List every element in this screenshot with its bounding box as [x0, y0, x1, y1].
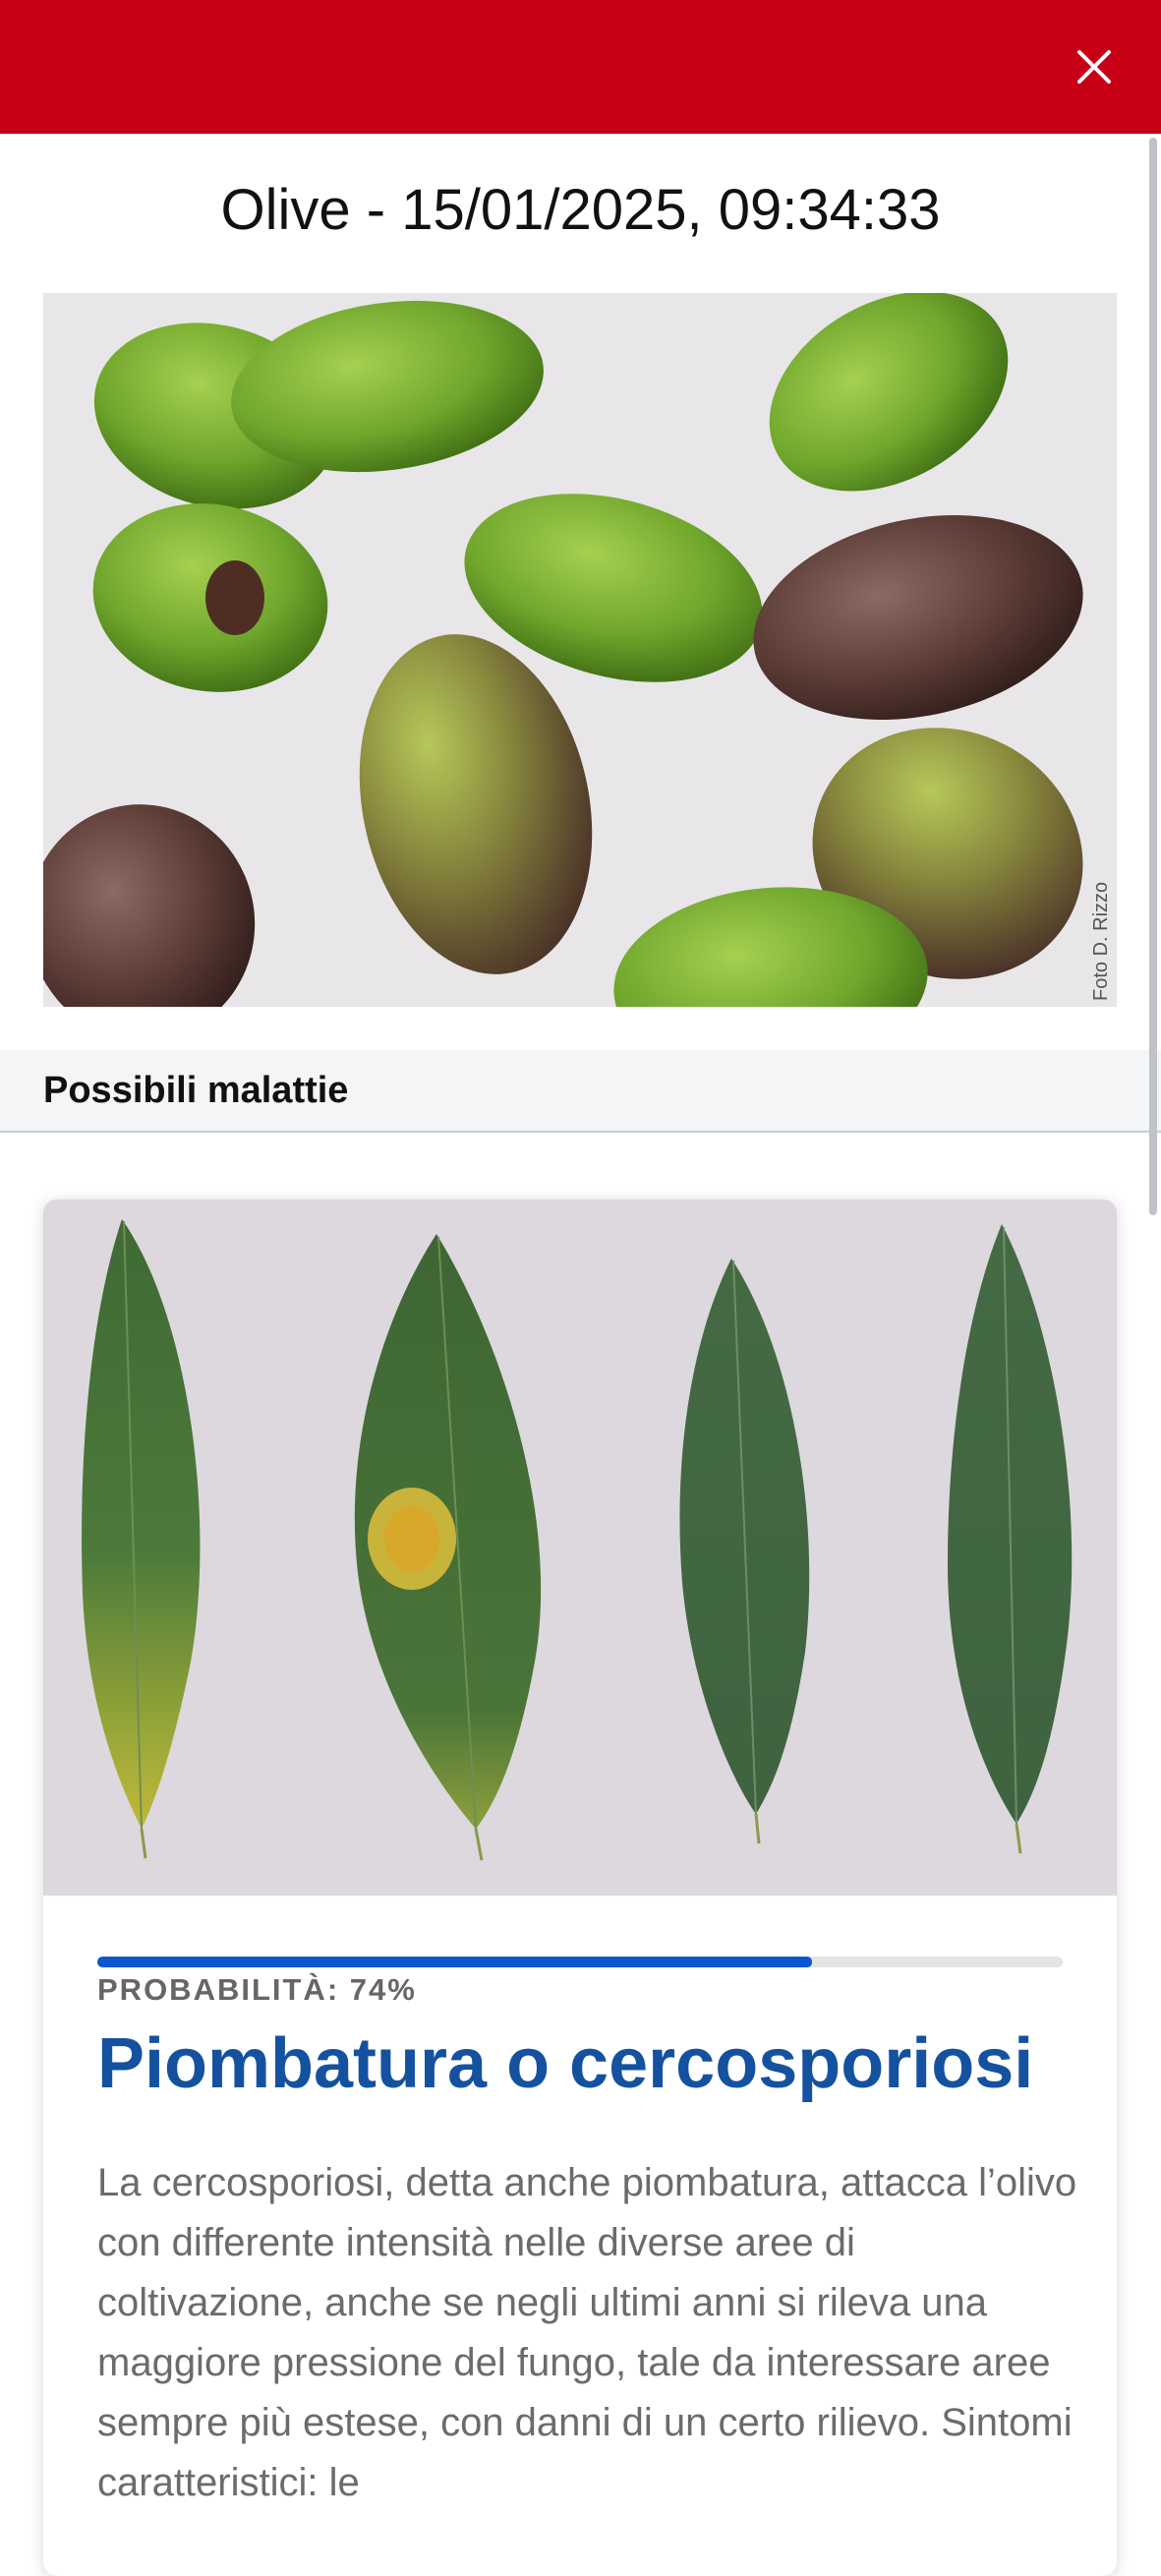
section-title: Possibili malattie: [43, 1070, 349, 1111]
probability-label: PROBABILITÀ: 74%: [97, 1972, 417, 2007]
top-bar: [0, 0, 1161, 134]
section-header: Possibili malattie: [0, 1050, 1161, 1133]
close-button[interactable]: [1063, 35, 1126, 98]
disease-description: La cercosporiosi, detta anche piombatura…: [97, 2161, 1077, 2504]
photo-credit: Foto D. Rizzo: [1090, 882, 1112, 1001]
probability-bar-fill: [97, 1957, 812, 1967]
close-icon: [1077, 50, 1111, 84]
disease-image: [43, 1200, 1117, 1896]
olive-photo: Foto D. Rizzo: [43, 293, 1117, 1007]
report-title: Olive - 15/01/2025, 09:34:33: [220, 178, 941, 242]
probability-bar: [97, 1957, 1063, 1967]
scrollbar[interactable]: [1149, 138, 1157, 1215]
disease-card[interactable]: PROBABILITÀ: 74% Piombatura o cercospori…: [43, 1200, 1117, 2576]
disease-name[interactable]: Piombatura o cercosporiosi: [97, 2023, 1033, 2104]
